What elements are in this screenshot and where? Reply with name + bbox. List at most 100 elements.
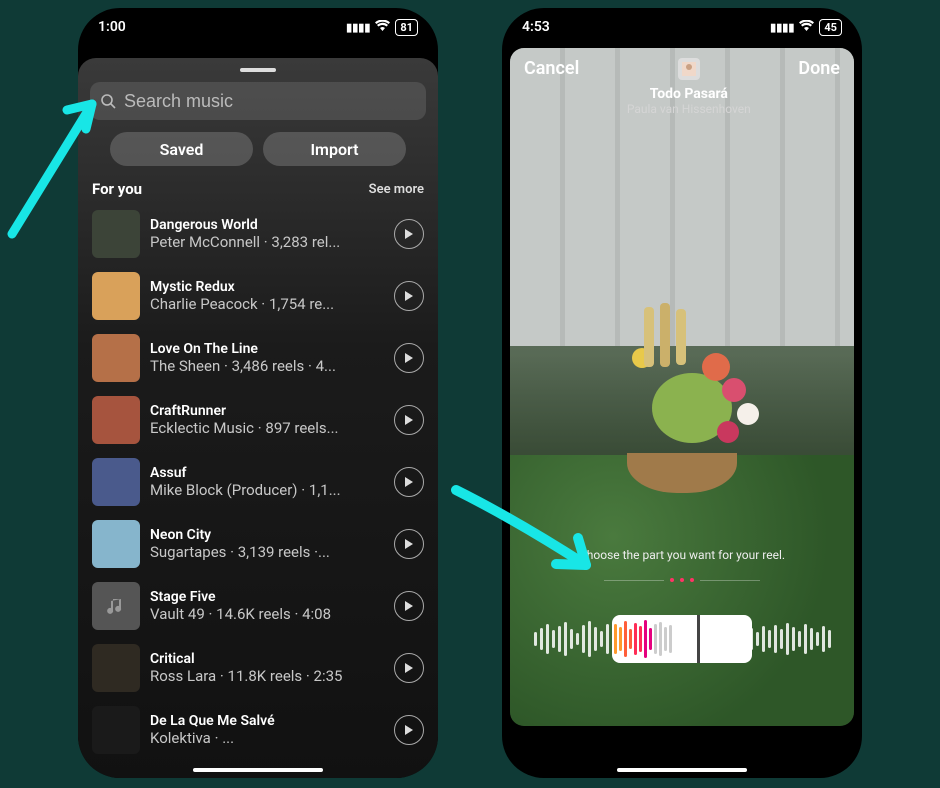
album-art-icon: [92, 644, 140, 692]
waveform-bar: [780, 629, 783, 649]
trim-selection[interactable]: [612, 615, 752, 663]
waveform-bar: [614, 624, 617, 654]
waveform-bar: [576, 633, 579, 645]
track-subtitle: Sugartapes · 3,139 reels ·...: [150, 543, 384, 561]
waveform-bar: [669, 625, 672, 653]
play-button[interactable]: [394, 405, 424, 435]
status-time: 1:00: [98, 19, 126, 35]
album-art-icon: [678, 58, 700, 80]
track-subtitle: Ross Lara · 11.8K reels · 2:35: [150, 667, 384, 685]
annotation-arrow-icon: [0, 74, 122, 244]
track-row[interactable]: Neon City Sugartapes · 3,139 reels ·...: [90, 516, 426, 572]
waveform-bar: [629, 629, 632, 649]
song-title: Todo Pasará: [627, 86, 751, 102]
track-row[interactable]: Stage Five Vault 49 · 14.6K reels · 4:08: [90, 578, 426, 634]
track-subtitle: The Sheen · 3,486 reels · 4...: [150, 357, 384, 375]
album-art-icon: [92, 706, 140, 754]
annotation-arrow-icon: [446, 470, 616, 600]
play-button[interactable]: [394, 715, 424, 745]
play-button[interactable]: [394, 529, 424, 559]
track-subtitle: Kolektiva · ...: [150, 729, 384, 747]
waveform-bar: [534, 632, 537, 646]
search-input[interactable]: [90, 82, 426, 120]
track-row[interactable]: Assuf Mike Block (Producer) · 1,1...: [90, 454, 426, 510]
track-title: Dangerous World: [150, 217, 384, 233]
tab-import[interactable]: Import: [263, 132, 406, 166]
play-button[interactable]: [394, 467, 424, 497]
waveform-bar: [649, 628, 652, 650]
waveform-bar: [564, 622, 567, 656]
album-art-icon: [92, 520, 140, 568]
track-title: Stage Five: [150, 589, 384, 605]
waveform-bar: [582, 625, 585, 653]
song-header: Todo Pasará Paula van Hissenhoven: [627, 58, 751, 116]
waveform-bar: [822, 626, 825, 652]
search-field[interactable]: [124, 91, 416, 112]
battery-indicator: 45: [819, 19, 842, 36]
waveform-bar: [798, 631, 801, 647]
track-subtitle: Mike Block (Producer) · 1,1...: [150, 481, 384, 499]
sheet-grabber[interactable]: [240, 68, 276, 72]
album-art-icon: [92, 396, 140, 444]
track-row[interactable]: Critical Ross Lara · 11.8K reels · 2:35: [90, 640, 426, 696]
play-button[interactable]: [394, 281, 424, 311]
phone-reel-trim: 4:53 ▮▮▮▮ 45: [502, 8, 862, 778]
music-note-icon: [106, 596, 126, 616]
track-title: Love On The Line: [150, 341, 384, 357]
waveform-bar: [644, 620, 647, 658]
see-more-link[interactable]: See more: [369, 182, 424, 197]
track-row[interactable]: Dangerous World Peter McConnell · 3,283 …: [90, 206, 426, 262]
album-art-icon: [92, 582, 140, 630]
waveform-bar: [540, 628, 543, 650]
waveform-bar: [828, 630, 831, 648]
music-sheet: Saved Import For you See more Dangerous …: [78, 58, 438, 778]
album-art-icon: [92, 272, 140, 320]
signal-icon: ▮▮▮▮: [346, 21, 370, 34]
track-row[interactable]: De La Que Me Salvé Kolektiva · ...: [90, 702, 426, 758]
waveform-bar: [594, 627, 597, 651]
album-art-icon: [92, 458, 140, 506]
trim-handle[interactable]: [697, 615, 700, 663]
waveform-bar: [786, 623, 789, 655]
play-button[interactable]: [394, 591, 424, 621]
wifi-icon: [799, 20, 814, 34]
track-title: Assuf: [150, 465, 384, 481]
waveform-bar: [634, 623, 637, 655]
cancel-button[interactable]: Cancel: [524, 58, 579, 79]
waveform-bar: [756, 632, 759, 646]
waveform-bar: [762, 626, 765, 652]
waveform-bar: [810, 628, 813, 650]
signal-icon: ▮▮▮▮: [770, 21, 794, 34]
status-bar: 1:00 ▮▮▮▮ 81: [78, 8, 438, 46]
audio-waveform[interactable]: [510, 614, 854, 664]
status-time: 4:53: [522, 19, 550, 35]
track-row[interactable]: Mystic Redux Charlie Peacock · 1,754 re.…: [90, 268, 426, 324]
track-list[interactable]: Dangerous World Peter McConnell · 3,283 …: [90, 206, 426, 758]
play-button[interactable]: [394, 219, 424, 249]
waveform-bar: [619, 627, 622, 651]
play-button[interactable]: [394, 343, 424, 373]
battery-indicator: 81: [395, 19, 418, 36]
album-art-icon: [92, 334, 140, 382]
tab-saved[interactable]: Saved: [110, 132, 253, 166]
done-button[interactable]: Done: [798, 58, 840, 79]
track-row[interactable]: Love On The Line The Sheen · 3,486 reels…: [90, 330, 426, 386]
track-title: Neon City: [150, 527, 384, 543]
track-title: CraftRunner: [150, 403, 384, 419]
track-subtitle: Charlie Peacock · 1,754 re...: [150, 295, 384, 313]
track-subtitle: Ecklectic Music · 897 reels...: [150, 419, 384, 437]
waveform-bar: [792, 627, 795, 651]
play-button[interactable]: [394, 653, 424, 683]
song-artist: Paula van Hissenhoven: [627, 102, 751, 116]
waveform-bar: [552, 630, 555, 648]
track-subtitle: Peter McConnell · 3,283 rel...: [150, 233, 384, 251]
home-indicator[interactable]: [617, 768, 747, 772]
home-indicator[interactable]: [193, 768, 323, 772]
track-row[interactable]: CraftRunner Ecklectic Music · 897 reels.…: [90, 392, 426, 448]
waveform-bar: [768, 630, 771, 648]
waveform-bar: [546, 624, 549, 654]
waveform-bar: [816, 632, 819, 646]
waveform-bar: [606, 624, 609, 654]
waveform-bar: [558, 626, 561, 652]
waveform-bar: [639, 626, 642, 652]
